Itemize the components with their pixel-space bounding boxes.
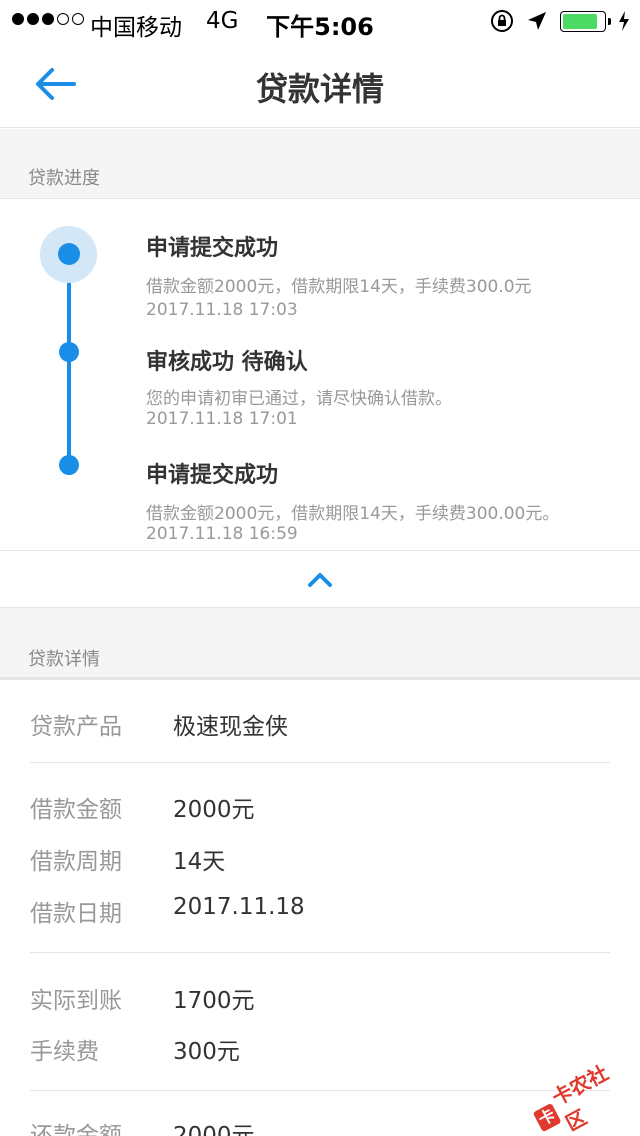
divider <box>30 952 610 953</box>
charging-bolt-icon <box>619 11 629 31</box>
detail-section-title: 贷款详情 <box>28 649 100 670</box>
detail-label: 实际到账 <box>30 988 122 1014</box>
step-title: 申请提交成功 <box>146 236 279 261</box>
step-title: 申请提交成功 <box>146 463 279 488</box>
detail-row-repayment: 还款金额 2000元 <box>30 1116 255 1136</box>
step-description: 借款金额2000元，借款期限14天，手续费300.0元 <box>146 277 532 297</box>
location-arrow-icon <box>528 12 546 30</box>
timeline-step: 申请提交成功 借款金额2000元，借款期限14天，手续费300.0元 2017.… <box>146 230 532 320</box>
step-time: 2017.11.18 17:01 <box>146 409 298 429</box>
progress-section-header: 贷款进度 <box>0 129 640 199</box>
timeline-step: 申请提交成功 借款金额2000元，借款期限14天，手续费300.00元。 201… <box>146 457 559 544</box>
detail-value: 2000元 <box>173 1123 255 1136</box>
timeline-step: 审核成功 待确认 您的申请初审已通过，请尽快确认借款。 2017.11.18 1… <box>146 344 452 429</box>
step-description: 您的申请初审已通过，请尽快确认借款。 <box>146 389 452 409</box>
chevron-up-icon[interactable] <box>307 570 333 588</box>
timeline-dot <box>59 455 79 475</box>
detail-label: 手续费 <box>30 1039 99 1065</box>
detail-label: 还款金额 <box>30 1123 122 1136</box>
detail-value: 2000元 <box>173 797 255 823</box>
nav-bar: 贷款详情 <box>0 40 640 128</box>
step-title: 审核成功 待确认 <box>146 350 308 375</box>
step-description: 借款金额2000元，借款期限14天，手续费300.00元。 <box>146 504 560 524</box>
status-right-icons <box>490 9 630 33</box>
detail-value: 2017.11.18 <box>173 894 305 920</box>
progress-timeline: 申请提交成功 借款金额2000元，借款期限14天，手续费300.0元 2017.… <box>0 200 640 551</box>
timeline-dot-current <box>58 243 80 265</box>
detail-value: 极速现金侠 <box>173 714 288 740</box>
detail-row-period: 借款周期 14天 <box>30 842 225 876</box>
orientation-lock-icon <box>491 10 513 32</box>
detail-value: 14天 <box>173 849 226 875</box>
detail-value: 300元 <box>173 1039 240 1065</box>
detail-row-received: 实际到账 1700元 <box>30 981 255 1015</box>
detail-label: 借款日期 <box>30 901 122 927</box>
battery-level <box>563 13 597 29</box>
divider <box>30 762 610 763</box>
detail-row-fee: 手续费 300元 <box>30 1032 240 1066</box>
timeline-dot <box>59 342 79 362</box>
collapse-timeline-button[interactable] <box>0 552 640 608</box>
battery-icon <box>560 10 611 32</box>
detail-row-amount: 借款金额 2000元 <box>30 790 255 824</box>
divider <box>30 1090 610 1091</box>
detail-label: 借款金额 <box>30 797 122 823</box>
step-time: 2017.11.18 17:03 <box>146 300 298 320</box>
detail-row-date: 借款日期 2017.11.18 <box>30 894 305 928</box>
detail-row-product: 贷款产品 极速现金侠 <box>30 707 288 741</box>
progress-section-title: 贷款进度 <box>28 168 100 189</box>
page-title: 贷款详情 <box>255 70 384 108</box>
detail-label: 借款周期 <box>30 849 122 875</box>
detail-section-header: 贷款详情 <box>0 608 640 680</box>
detail-value: 1700元 <box>173 988 255 1014</box>
loan-details: 贷款产品 极速现金侠 借款金额 2000元 借款周期 14天 借款日期 2017… <box>0 680 640 1136</box>
step-time: 2017.11.18 16:59 <box>146 524 298 544</box>
detail-label: 贷款产品 <box>30 714 122 740</box>
status-bar: 中国移动 4G 下午5:06 <box>0 0 640 41</box>
